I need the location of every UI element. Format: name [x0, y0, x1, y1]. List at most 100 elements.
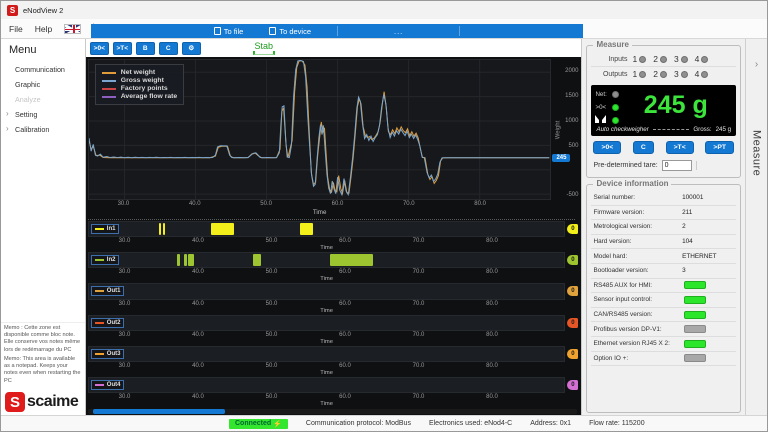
status-indicator-gray [684, 325, 706, 333]
device-info-label: Metrological version: [593, 223, 682, 230]
track-lane-out2[interactable]: Out20 [88, 315, 566, 331]
measure-button-0[interactable]: >0< [593, 141, 621, 154]
legend-swatch [102, 96, 116, 98]
outputs-row: Outputs 1234 [591, 67, 736, 81]
device-info-row: Ethernet version RJ45 X 2: [591, 337, 736, 352]
toolbar-button-B[interactable]: B [136, 42, 155, 55]
sidebar-item-graphic[interactable]: Graphic [1, 77, 85, 92]
signal-bar [177, 254, 180, 266]
device-info-row: Profibus version DP-V1: [591, 322, 736, 337]
x-tick-label: 60.0 [339, 332, 351, 338]
settings-gear-button[interactable]: ⚙ [182, 42, 201, 55]
track-value-badge: 0 [567, 286, 578, 296]
menu-help[interactable]: Help [35, 24, 52, 34]
device-info-label: Sensor input control: [593, 296, 684, 303]
device-info-row: Metrological version:2 [591, 220, 736, 235]
sidebar: Menu CommunicationGraphicAnalyze›Setting… [1, 39, 86, 415]
device-info-row: Bootloader version:3 [591, 264, 736, 279]
x-tick-label: 40.0 [189, 201, 201, 207]
device-info-title: Device information [593, 179, 671, 188]
device-info-value: 211 [682, 209, 734, 216]
measure-vertical-tab[interactable]: Measure [751, 130, 763, 176]
to-file-button[interactable]: To file [214, 27, 244, 36]
input-1: 1 [632, 54, 646, 64]
device-info-label: Serial number: [593, 194, 682, 201]
measure-button-PT[interactable]: >PT [705, 141, 734, 154]
measure-button-C[interactable]: C [633, 141, 654, 154]
tare-input[interactable] [662, 160, 692, 171]
x-tick-label: 30.0 [119, 238, 131, 244]
output-2: 2 [653, 69, 667, 79]
track-name: Out3 [107, 351, 121, 357]
toolbar-button-0[interactable]: >0< [90, 42, 109, 55]
y-axis-label: Weight [556, 120, 562, 139]
signal-bar [330, 254, 374, 266]
sidebar-item-setting[interactable]: ›Setting [1, 107, 85, 122]
track-name: Out2 [107, 320, 121, 326]
device-info-row: Serial number:100001 [591, 191, 736, 206]
track-lane-in1[interactable]: In10 [88, 221, 566, 237]
track-lane-out1[interactable]: Out10 [88, 283, 566, 299]
to-device-button[interactable]: To device [269, 27, 311, 36]
x-tick-label: 50.0 [266, 238, 278, 244]
io-number: 3 [674, 69, 679, 79]
io-number: 2 [653, 54, 658, 64]
measure-button-T[interactable]: >T< [666, 141, 694, 154]
x-tick-label: 60.0 [339, 238, 351, 244]
legend-label: Average flow rate [121, 93, 177, 100]
output-3: 3 [674, 69, 688, 79]
track-lane-out4[interactable]: Out40 [88, 377, 566, 393]
track-axis: 30.040.050.060.070.080.0 [88, 237, 566, 245]
toolbar-button-T[interactable]: >T< [113, 42, 132, 55]
device-info-label: Bootloader version: [593, 267, 682, 274]
track-lane-in2[interactable]: In20 [88, 252, 566, 268]
x-tick-label: 50.0 [266, 394, 278, 400]
to-file-label: To file [224, 27, 244, 36]
current-value-badge: 245 [552, 154, 570, 162]
track-axis: 30.040.050.060.070.080.0 [88, 393, 566, 401]
toolbar-button-C[interactable]: C [159, 42, 178, 55]
sidebar-item-communication[interactable]: Communication [1, 62, 85, 77]
menu-file[interactable]: File [9, 24, 23, 34]
scrollbar-thumb[interactable] [93, 409, 225, 414]
device-info-row: Firmware version:211 [591, 206, 736, 221]
track-out4: Out4030.040.050.060.070.080.0Time [88, 377, 582, 408]
x-tick-label: 50.0 [266, 363, 278, 369]
more-button[interactable]: ... [364, 27, 433, 36]
sidebar-item-calibration[interactable]: ›Calibration [1, 122, 85, 137]
window-title: eNodView 2 [23, 6, 63, 15]
weight-plot-area[interactable]: Net weightGross weightFactory pointsAver… [88, 59, 552, 200]
device-info-value: 104 [682, 238, 734, 245]
track-name: In1 [107, 226, 116, 232]
status-item: Address: 0x1 [530, 420, 571, 427]
x-tick-label: 50.0 [266, 332, 278, 338]
horizontal-scrollbar[interactable] [88, 409, 578, 414]
chart-legend: Net weightGross weightFactory pointsAver… [95, 64, 184, 105]
scale-icon [595, 115, 609, 125]
legend-entry: Factory points [102, 85, 177, 92]
collapse-chevron-icon[interactable]: › [755, 59, 758, 70]
gross-label: Gross: [693, 126, 711, 133]
track-lane-out3[interactable]: Out30 [88, 346, 566, 362]
brand-logo: S scaime [1, 389, 85, 413]
track-axis: 30.040.050.060.070.080.0 [88, 300, 566, 308]
legend-swatch [102, 72, 116, 74]
status-indicator-green [684, 296, 706, 304]
x-tick-label: 50.0 [260, 201, 272, 207]
track-time-label: Time [88, 339, 566, 346]
x-tick-label: 80.0 [486, 269, 498, 275]
device-info-label: Firmware version: [593, 209, 682, 216]
track-swatch [95, 322, 104, 324]
sidebar-item-label: Calibration [15, 125, 49, 134]
device-info-label: Model hard: [593, 253, 682, 260]
app-window: S eNodView 2 File Help English ▾ To file… [0, 0, 768, 432]
memo-notepad[interactable]: Memo : Cette zone est disponible comme b… [1, 322, 85, 389]
auto-checkweigher-label: Auto checkweigher [596, 126, 648, 133]
input-led-2 [660, 56, 667, 63]
track-time-label: Time [88, 308, 566, 315]
device-info-value: 3 [682, 267, 734, 274]
file-icon [214, 27, 221, 35]
x-tick-label: 60.0 [332, 201, 344, 207]
x-tick-label: 40.0 [192, 269, 204, 275]
sidebar-item-label: Graphic [15, 80, 40, 89]
